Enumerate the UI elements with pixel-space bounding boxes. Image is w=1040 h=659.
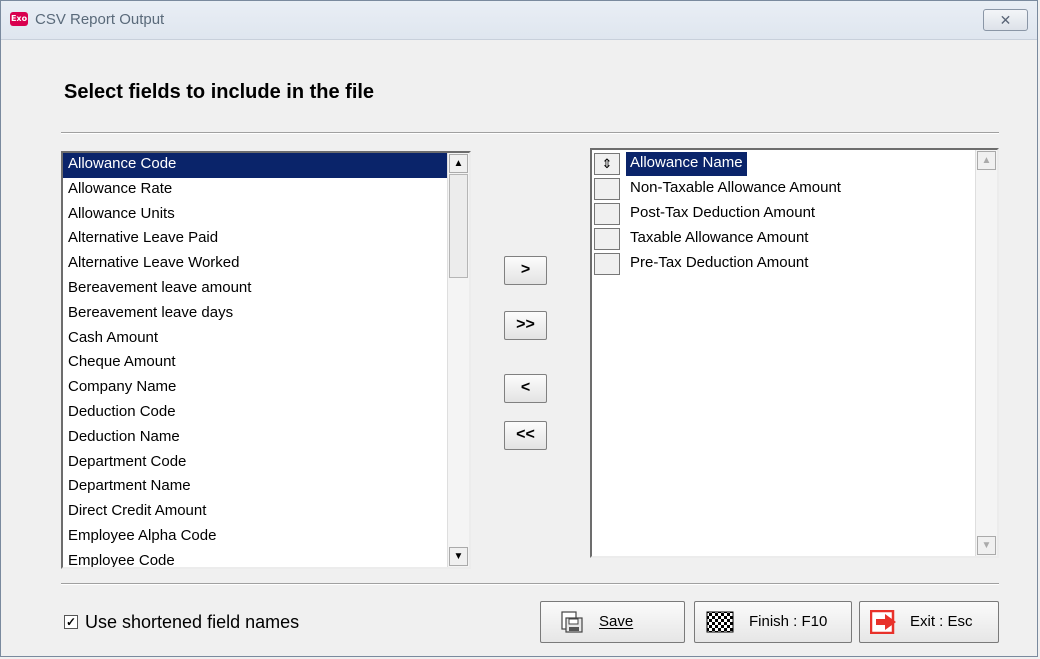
bottom-divider (61, 583, 999, 585)
list-item-label: Allowance Name (625, 152, 748, 177)
add-all-fields-button[interactable]: >> (504, 311, 547, 340)
scroll-down-button[interactable]: ▼ (977, 536, 996, 555)
list-item[interactable]: Alternative Leave Paid (63, 227, 447, 252)
list-item-label: Non-Taxable Allowance Amount (630, 179, 841, 196)
save-button[interactable]: Save (540, 601, 685, 643)
scroll-down-button[interactable]: ▼ (449, 547, 468, 566)
list-item[interactable]: Deduction Name (63, 426, 447, 451)
available-fields-list[interactable]: Allowance Code Allowance Rate Allowance Un… (61, 151, 471, 569)
list-item[interactable]: Direct Credit Amount (63, 500, 447, 525)
shortened-names-label: Use shortened field names (85, 612, 300, 632)
scroll-thumb[interactable] (449, 174, 468, 278)
list-item[interactable]: Post-Tax Deduction Amount (592, 202, 975, 227)
available-fields-scrollbar[interactable]: ▲ ▼ (447, 153, 469, 567)
list-item-label: Taxable Allowance Amount (630, 229, 809, 246)
selected-fields-list[interactable]: ⇕ Allowance Name Non-Taxable Allowance Amo… (590, 148, 999, 558)
save-label: Save (599, 613, 634, 630)
list-item[interactable]: Department Name (63, 475, 447, 500)
list-item[interactable]: Allowance Rate (63, 178, 447, 203)
list-item[interactable]: Company Name (63, 376, 447, 401)
scroll-up-button[interactable]: ▲ (977, 151, 996, 170)
drag-handle-icon[interactable] (594, 203, 620, 225)
drag-handle-icon[interactable]: ⇕ (594, 153, 620, 175)
close-icon: ✕ (999, 12, 1012, 28)
available-fields-items: Allowance Code Allowance Rate Allowance Un… (63, 153, 447, 567)
page-title: Select fields to include in the file (64, 81, 375, 103)
list-item[interactable]: Cash Amount (63, 327, 447, 352)
list-item[interactable]: ⇕ Allowance Name (592, 152, 975, 177)
list-item[interactable]: Allowance Units (63, 203, 447, 228)
selected-fields-scrollbar[interactable]: ▲ ▼ (975, 150, 997, 556)
exo-icon: Exo (10, 12, 28, 26)
title-bar: Exo CSV Report Output ✕ (1, 1, 1037, 40)
add-field-button[interactable]: > (504, 256, 547, 285)
drag-handle-icon[interactable] (594, 228, 620, 250)
list-item[interactable]: Bereavement leave days (63, 302, 447, 327)
finish-button[interactable]: Finish : F10 (694, 601, 852, 643)
list-item[interactable]: Cheque Amount (63, 351, 447, 376)
checkered-flag-icon (706, 611, 734, 633)
close-button[interactable]: ✕ (983, 9, 1028, 31)
exit-icon (870, 610, 896, 634)
list-item-label: Post-Tax Deduction Amount (630, 204, 816, 221)
list-item[interactable]: Deduction Code (63, 401, 447, 426)
remove-all-fields-button[interactable]: << (504, 421, 547, 450)
scroll-up-button[interactable]: ▲ (449, 154, 468, 173)
selected-fields-items: ⇕ Allowance Name Non-Taxable Allowance Amo… (592, 152, 975, 556)
window-title: CSV Report Output (35, 11, 165, 28)
list-item[interactable]: Allowance Code (63, 153, 447, 178)
list-item-label: Pre-Tax Deduction Amount (630, 254, 809, 271)
finish-label: Finish : F10 (749, 613, 828, 630)
save-icon (561, 611, 583, 633)
exit-button[interactable]: Exit : Esc (859, 601, 999, 643)
list-item[interactable]: Pre-Tax Deduction Amount (592, 252, 975, 277)
list-item[interactable]: Non-Taxable Allowance Amount (592, 177, 975, 202)
drag-handle-icon[interactable] (594, 178, 620, 200)
list-item[interactable]: Bereavement leave amount (63, 277, 447, 302)
list-item[interactable]: Department Code (63, 451, 447, 476)
top-divider (61, 132, 999, 134)
list-item[interactable]: Employee Code (63, 550, 447, 567)
list-item[interactable]: Alternative Leave Worked (63, 252, 447, 277)
shortened-names-checkbox[interactable]: ✓ (64, 615, 78, 629)
remove-field-button[interactable]: < (504, 374, 547, 403)
exit-label: Exit : Esc (910, 613, 973, 630)
csv-report-output-window: Exo CSV Report Output ✕ Select fields to… (0, 0, 1038, 657)
drag-handle-icon[interactable] (594, 253, 620, 275)
list-item[interactable]: Employee Alpha Code (63, 525, 447, 550)
list-item[interactable]: Taxable Allowance Amount (592, 227, 975, 252)
